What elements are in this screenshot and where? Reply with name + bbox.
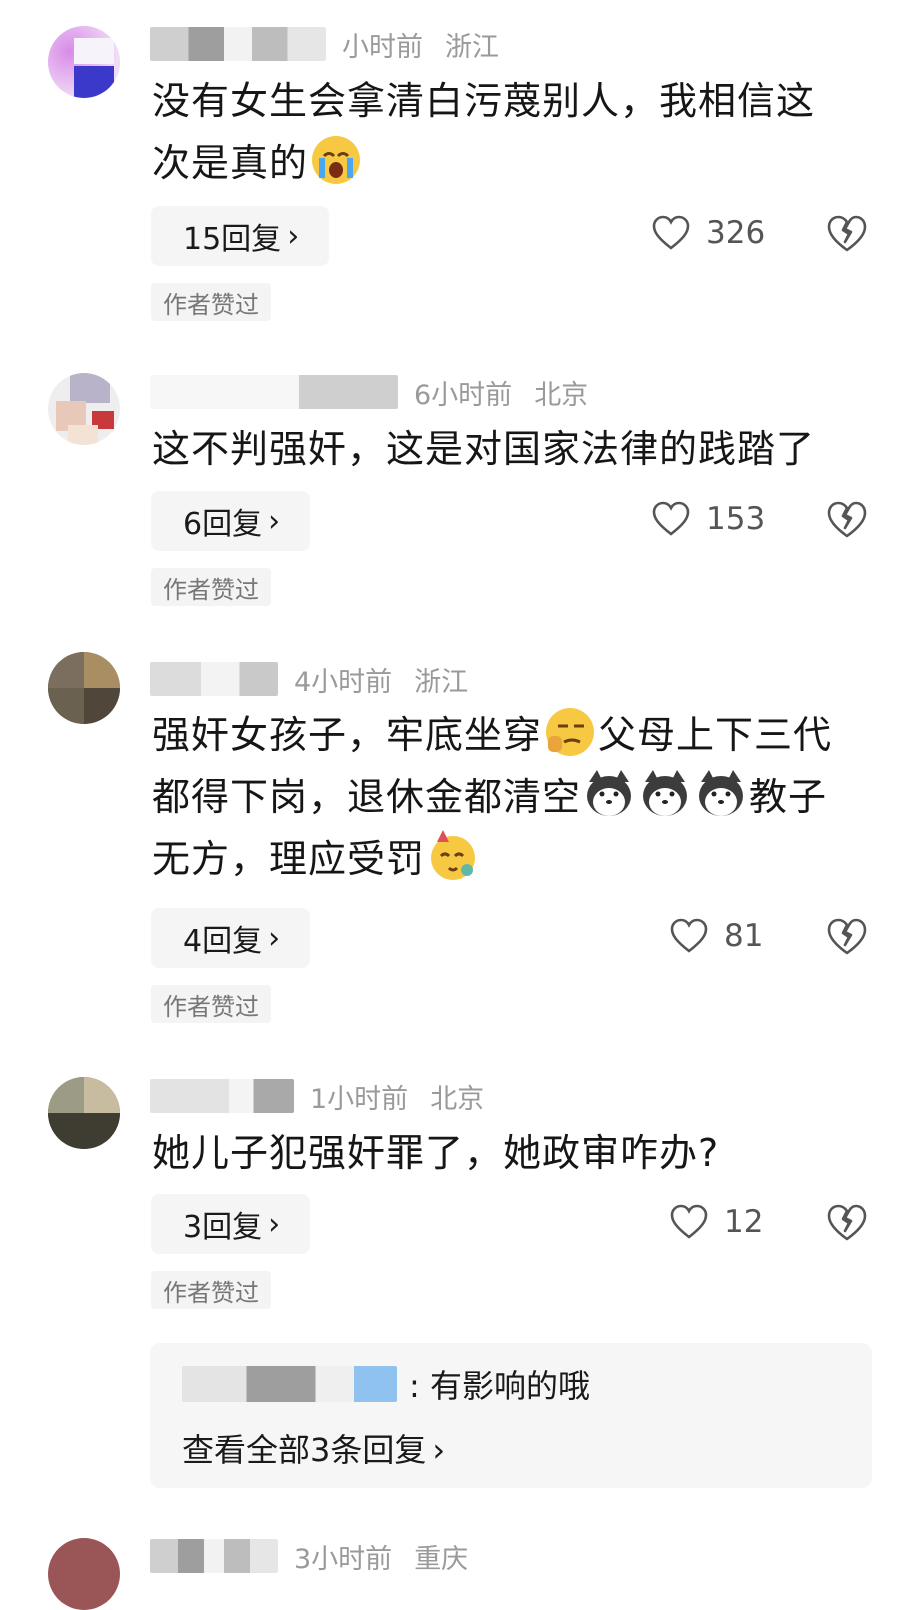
comment-time: 6小时前: [414, 379, 513, 411]
sub-reply-preview[interactable]: : 有影响的哦 查看全部3条回复 ›: [150, 1343, 872, 1488]
broken-heart-icon[interactable]: [826, 215, 868, 253]
username-masked[interactable]: [182, 1366, 397, 1402]
comment-meta: 1小时前 北京: [150, 1076, 484, 1116]
username-masked[interactable]: [150, 375, 398, 409]
username-masked[interactable]: [150, 27, 326, 61]
like-button[interactable]: 81: [670, 918, 763, 954]
username-masked[interactable]: [150, 1539, 278, 1573]
username-masked[interactable]: [150, 662, 278, 696]
avatar[interactable]: [48, 1077, 120, 1149]
chevron-right-icon: ›: [268, 503, 281, 539]
comment-location: 北京: [534, 379, 589, 411]
broken-heart-icon[interactable]: [826, 1204, 868, 1242]
view-all-replies-link[interactable]: 查看全部3条回复 ›: [182, 1425, 445, 1471]
comment-location: 重庆: [414, 1543, 469, 1575]
comment-text: 她儿子犯强奸罪了，她政审咋办?: [152, 1131, 720, 1175]
replies-button[interactable]: 15回复 ›: [151, 206, 330, 266]
chevron-right-icon: ›: [287, 218, 300, 254]
comment-meta: 4小时前 浙江: [150, 659, 468, 699]
comment-text: 没有女生会拿清白污蔑别人，我相信这 次是真的: [152, 79, 816, 185]
sub-reply-item[interactable]: : 有影响的哦: [182, 1361, 590, 1407]
avatar[interactable]: [48, 26, 120, 98]
replies-button[interactable]: 4回复 ›: [151, 908, 311, 968]
comment-meta: 小时前 浙江: [150, 24, 499, 64]
crying-emoji-icon: [312, 136, 361, 184]
comment-text: 这不判强奸，这是对国家法律的践踏了: [152, 427, 816, 471]
husky-dog-emoji-icon: [643, 770, 688, 816]
replies-button[interactable]: 6回复 ›: [151, 491, 311, 551]
heart-icon: [652, 501, 690, 536]
like-count: 12: [724, 1204, 764, 1240]
chevron-right-icon: ›: [268, 1206, 281, 1242]
author-liked-tag: 作者赞过: [151, 985, 271, 1023]
avatar[interactable]: [48, 652, 120, 724]
like-count: 153: [706, 501, 766, 537]
comment-time: 小时前: [342, 31, 423, 63]
broken-heart-icon[interactable]: [826, 501, 868, 539]
author-liked-tag: 作者赞过: [151, 283, 271, 321]
chevron-right-icon: ›: [432, 1431, 446, 1469]
like-button[interactable]: 326: [652, 215, 765, 251]
heart-icon: [670, 1204, 708, 1239]
like-count: 81: [724, 918, 764, 954]
username-masked[interactable]: [150, 1079, 294, 1113]
broken-heart-icon[interactable]: [826, 918, 868, 956]
comment-meta: 6小时前 北京: [150, 372, 588, 412]
comment-time: 3小时前: [294, 1543, 393, 1575]
author-liked-tag: 作者赞过: [151, 1271, 271, 1309]
sub-reply-text: : 有影响的哦: [409, 1367, 590, 1405]
chevron-right-icon: ›: [268, 920, 281, 956]
author-liked-tag: 作者赞过: [151, 568, 271, 606]
comment-time: 4小时前: [294, 666, 393, 698]
comment-location: 浙江: [445, 31, 499, 63]
comment-location: 北京: [430, 1083, 485, 1115]
like-count: 326: [706, 215, 766, 251]
comment-time: 1小时前: [310, 1083, 409, 1115]
comment-location: 浙江: [414, 666, 469, 698]
avatar[interactable]: [48, 1538, 120, 1610]
husky-dog-emoji-icon: [587, 770, 632, 816]
comment-meta: 3小时前 重庆: [150, 1536, 468, 1576]
smirk-thinking-emoji-icon: [546, 708, 595, 756]
heart-icon: [670, 918, 708, 953]
party-emoji-icon: [431, 830, 476, 880]
avatar[interactable]: [48, 373, 120, 445]
like-button[interactable]: 12: [670, 1204, 763, 1240]
replies-button[interactable]: 3回复 ›: [151, 1194, 311, 1254]
like-button[interactable]: 153: [652, 501, 765, 537]
husky-dog-emoji-icon: [699, 770, 744, 816]
heart-icon: [652, 215, 690, 250]
comment-text: 强奸女孩子，牢底坐穿 父母上下三代 都得下岗，退休金都清空 教子 无方，理应受罚: [152, 704, 882, 890]
